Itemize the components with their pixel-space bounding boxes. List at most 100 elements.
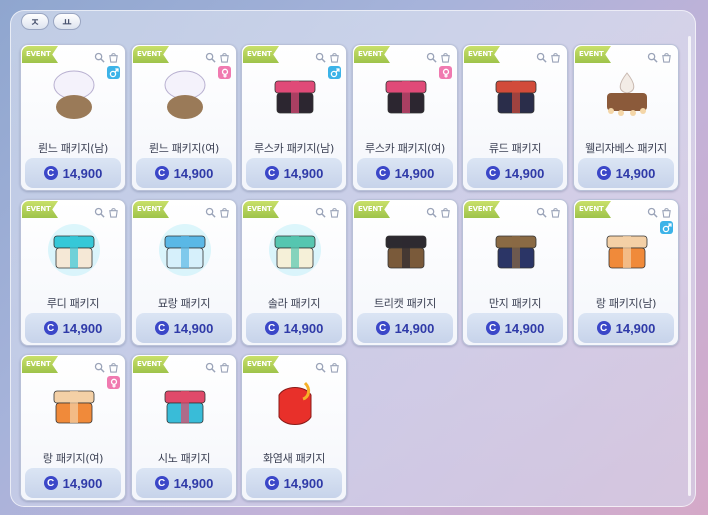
package-card[interactable]: EVENT 랑 패키지(남) C 14,900 bbox=[573, 199, 679, 346]
package-card[interactable]: EVENT 만지 패키지 C 14,900 bbox=[462, 199, 568, 346]
buy-button[interactable]: C 14,900 bbox=[357, 313, 453, 343]
magnifier-icon[interactable] bbox=[536, 203, 547, 222]
shopping-bag-icon[interactable] bbox=[329, 203, 340, 222]
buy-button[interactable]: C 14,900 bbox=[578, 313, 674, 343]
event-badge: EVENT bbox=[243, 356, 279, 373]
cash-coin-icon: C bbox=[375, 166, 390, 180]
package-art-icon bbox=[44, 377, 104, 433]
buy-button[interactable]: C 14,900 bbox=[246, 468, 342, 498]
shopping-bag-icon[interactable] bbox=[661, 203, 672, 222]
package-name: 웰리자베스 패키지 bbox=[585, 142, 667, 155]
cash-coin-icon: C bbox=[375, 321, 390, 335]
package-price: 14,900 bbox=[173, 475, 214, 491]
cash-coin-icon: C bbox=[264, 321, 279, 335]
magnifier-icon[interactable] bbox=[94, 48, 105, 67]
event-badge: EVENT bbox=[22, 46, 58, 63]
shopping-bag-icon[interactable] bbox=[440, 48, 451, 67]
shopping-bag-icon[interactable] bbox=[329, 48, 340, 67]
sort-ascending-button[interactable]: ㅈ bbox=[21, 13, 49, 30]
package-price: 14,900 bbox=[394, 320, 435, 336]
sort-descending-button[interactable]: ㅛ bbox=[53, 13, 81, 30]
magnifier-icon[interactable] bbox=[647, 48, 658, 67]
card-tools bbox=[94, 203, 119, 222]
package-card[interactable]: EVENT 루디 패키지 C 14,900 bbox=[20, 199, 126, 346]
package-name: 랑 패키지(여) bbox=[42, 452, 104, 465]
magnifier-icon[interactable] bbox=[205, 48, 216, 67]
package-card[interactable]: EVENT 시노 패키지 C 14,900 bbox=[131, 354, 237, 501]
shopping-bag-icon[interactable] bbox=[550, 48, 561, 67]
package-name: 묘랑 패키지 bbox=[157, 297, 211, 310]
buy-button[interactable]: C 14,900 bbox=[578, 158, 674, 188]
package-name: 루스카 패키지(남) bbox=[254, 142, 334, 155]
buy-button[interactable]: C 14,900 bbox=[246, 313, 342, 343]
buy-button[interactable]: C 14,900 bbox=[357, 158, 453, 188]
cash-coin-icon: C bbox=[485, 321, 500, 335]
package-name: 랑 패키지(남) bbox=[595, 297, 657, 310]
package-price: 14,900 bbox=[283, 475, 324, 491]
package-card[interactable]: EVENT 륀느 패키지(여) C 14,900 bbox=[131, 44, 237, 191]
buy-button[interactable]: C 14,900 bbox=[25, 158, 121, 188]
scrollbar[interactable] bbox=[688, 36, 691, 496]
buy-button[interactable]: C 14,900 bbox=[467, 313, 563, 343]
magnifier-icon[interactable] bbox=[315, 48, 326, 67]
female-gender-icon bbox=[439, 66, 452, 79]
package-card[interactable]: EVENT 묘랑 패키지 C 14,900 bbox=[131, 199, 237, 346]
package-price: 14,900 bbox=[283, 320, 324, 336]
buy-button[interactable]: C 14,900 bbox=[136, 313, 232, 343]
magnifier-icon[interactable] bbox=[315, 203, 326, 222]
buy-button[interactable]: C 14,900 bbox=[246, 158, 342, 188]
shopping-bag-icon[interactable] bbox=[108, 358, 119, 377]
buy-button[interactable]: C 14,900 bbox=[467, 158, 563, 188]
shopping-bag-icon[interactable] bbox=[219, 358, 230, 377]
magnifier-icon[interactable] bbox=[94, 203, 105, 222]
package-price: 14,900 bbox=[615, 320, 656, 336]
card-tools bbox=[647, 48, 672, 67]
male-gender-icon bbox=[660, 221, 673, 234]
magnifier-icon[interactable] bbox=[426, 203, 437, 222]
magnifier-icon[interactable] bbox=[647, 203, 658, 222]
shopping-bag-icon[interactable] bbox=[219, 203, 230, 222]
buy-button[interactable]: C 14,900 bbox=[136, 158, 232, 188]
shopping-bag-icon[interactable] bbox=[108, 48, 119, 67]
event-badge: EVENT bbox=[464, 201, 500, 218]
shopping-bag-icon[interactable] bbox=[550, 203, 561, 222]
package-card[interactable]: EVENT 솔라 패키지 C 14,900 bbox=[241, 199, 347, 346]
magnifier-icon[interactable] bbox=[205, 358, 216, 377]
magnifier-icon[interactable] bbox=[205, 203, 216, 222]
cash-coin-icon: C bbox=[596, 166, 611, 180]
package-price: 14,900 bbox=[504, 320, 545, 336]
package-card[interactable]: EVENT 웰리자베스 패키지 C 14,900 bbox=[573, 44, 679, 191]
package-card[interactable]: EVENT 트리캣 패키지 C 14,900 bbox=[352, 199, 458, 346]
event-badge: EVENT bbox=[133, 356, 169, 373]
buy-button[interactable]: C 14,900 bbox=[136, 468, 232, 498]
package-art-icon bbox=[155, 222, 215, 278]
package-card[interactable]: EVENT 루스카 패키지(여) C 14,900 bbox=[352, 44, 458, 191]
buy-button[interactable]: C 14,900 bbox=[25, 468, 121, 498]
shopping-bag-icon[interactable] bbox=[219, 48, 230, 67]
package-card[interactable]: EVENT 류드 패키지 C 14,900 bbox=[462, 44, 568, 191]
event-badge: EVENT bbox=[133, 201, 169, 218]
package-card[interactable]: EVENT 륀느 패키지(남) C 14,900 bbox=[20, 44, 126, 191]
magnifier-icon[interactable] bbox=[315, 358, 326, 377]
package-price: 14,900 bbox=[283, 165, 324, 181]
package-art-icon bbox=[44, 222, 104, 278]
card-tools bbox=[94, 48, 119, 67]
card-tools bbox=[536, 203, 561, 222]
cash-coin-icon: C bbox=[596, 321, 611, 335]
package-card[interactable]: EVENT 화염새 패키지 C 14,900 bbox=[241, 354, 347, 501]
event-badge: EVENT bbox=[22, 356, 58, 373]
magnifier-icon[interactable] bbox=[536, 48, 547, 67]
magnifier-icon[interactable] bbox=[94, 358, 105, 377]
package-art-icon bbox=[597, 222, 657, 278]
shopping-bag-icon[interactable] bbox=[440, 203, 451, 222]
male-gender-icon bbox=[328, 66, 341, 79]
package-name: 루스카 패키지(여) bbox=[365, 142, 445, 155]
magnifier-icon[interactable] bbox=[426, 48, 437, 67]
shopping-bag-icon[interactable] bbox=[108, 203, 119, 222]
shopping-bag-icon[interactable] bbox=[661, 48, 672, 67]
buy-button[interactable]: C 14,900 bbox=[25, 313, 121, 343]
package-card[interactable]: EVENT 루스카 패키지(남) C 14,900 bbox=[241, 44, 347, 191]
package-grid: EVENT 륀느 패키지(남) C 14,900 EVENT 륀느 패키지(여) bbox=[20, 44, 680, 504]
shopping-bag-icon[interactable] bbox=[329, 358, 340, 377]
package-card[interactable]: EVENT 랑 패키지(여) C 14,900 bbox=[20, 354, 126, 501]
